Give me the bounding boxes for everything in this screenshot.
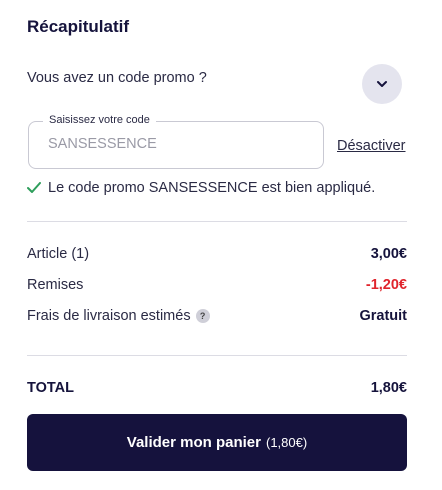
promo-code-field[interactable]: Saisissez votre code (28, 114, 324, 169)
promo-question[interactable]: Vous avez un code promo ? (27, 70, 207, 86)
divider (27, 221, 407, 222)
promo-code-label: Saisissez votre code (43, 114, 156, 126)
total-label: TOTAL (27, 380, 74, 396)
discount-line: Remises -1,20€ (27, 277, 407, 293)
total-line: TOTAL 1,80€ (27, 380, 407, 396)
validate-cart-label: Valider mon panier (126, 434, 261, 451)
promo-success-text: Le code promo SANSESSENCE est bien appli… (48, 180, 376, 196)
chevron-down-icon (377, 81, 387, 87)
promo-toggle-button[interactable] (362, 64, 402, 104)
total-value: 1,80€ (370, 380, 407, 396)
summary-title: Récapitulatif (27, 17, 130, 36)
shipping-value: Gratuit (359, 308, 407, 324)
promo-code-input[interactable] (48, 136, 308, 152)
shipping-label-wrap: Frais de livraison estimés? (27, 308, 210, 324)
deactivate-promo-link[interactable]: Désactiver (337, 138, 406, 154)
shipping-label: Frais de livraison estimés (27, 308, 191, 324)
promo-success-message: Le code promo SANSESSENCE est bien appli… (27, 180, 375, 196)
article-value: 3,00€ (370, 246, 407, 262)
article-label: Article (1) (27, 246, 90, 262)
shipping-line: Frais de livraison estimés? Gratuit (27, 308, 407, 324)
divider (27, 355, 407, 356)
discount-value: -1,20€ (365, 277, 407, 293)
validate-cart-button[interactable]: Valider mon panier (1,80€) (27, 414, 407, 471)
validate-cart-amount: (1,80€) (266, 435, 308, 450)
article-line: Article (1) 3,00€ (27, 246, 407, 262)
check-icon (27, 182, 41, 193)
help-icon[interactable]: ? (195, 309, 210, 324)
discount-label: Remises (27, 277, 84, 293)
